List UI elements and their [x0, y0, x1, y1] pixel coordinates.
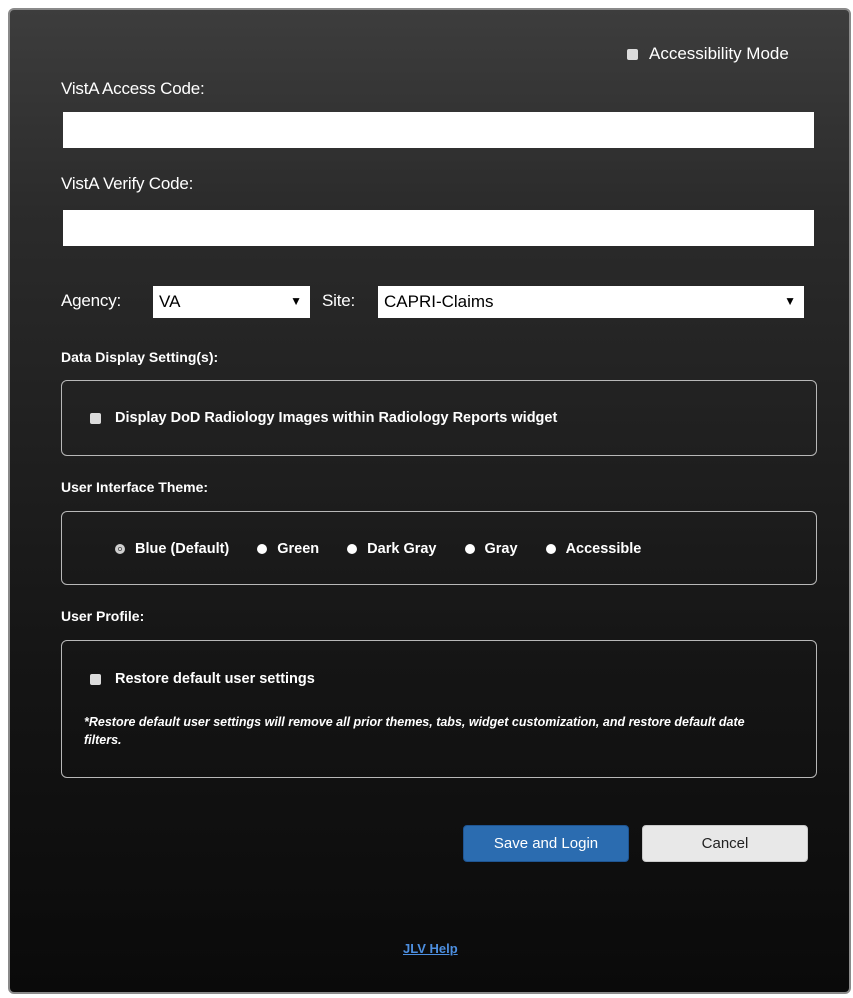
site-selected-value: CAPRI-Claims: [384, 292, 494, 311]
radio-icon[interactable]: [347, 544, 358, 554]
restore-defaults-option[interactable]: Restore default user settings: [90, 671, 315, 687]
login-dialog: Accessibility Mode VistA Access Code: Vi…: [8, 8, 851, 994]
verify-code-input[interactable]: [63, 210, 814, 246]
theme-option-dark-gray[interactable]: Dark Gray: [347, 541, 437, 557]
radio-selected-icon[interactable]: [115, 544, 125, 554]
cancel-button[interactable]: Cancel: [642, 825, 808, 862]
theme-option-label: Green: [277, 541, 320, 557]
theme-option-accessible[interactable]: Accessible: [545, 541, 642, 557]
user-profile-box: Restore default user settings *Restore d…: [61, 640, 817, 778]
theme-option-label: Gray: [484, 541, 518, 557]
accessibility-mode-toggle[interactable]: Accessibility Mode: [627, 44, 789, 64]
dod-radiology-checkbox[interactable]: [90, 412, 101, 424]
data-display-box: Display DoD Radiology Images within Radi…: [61, 380, 817, 456]
chevron-down-icon: ▼: [290, 294, 302, 308]
user-profile-heading: User Profile:: [61, 608, 145, 624]
dod-radiology-option[interactable]: Display DoD Radiology Images within Radi…: [90, 410, 557, 426]
chevron-down-icon: ▼: [784, 294, 796, 308]
theme-option-green[interactable]: Green: [257, 541, 319, 557]
accessibility-mode-label: Accessibility Mode: [649, 44, 789, 63]
theme-heading: User Interface Theme:: [61, 479, 209, 495]
theme-option-blue[interactable]: Blue (Default): [115, 541, 229, 557]
verify-code-label: VistA Verify Code:: [61, 174, 194, 193]
jlv-help-link[interactable]: JLV Help: [403, 941, 458, 956]
theme-options: Blue (Default) Green Dark Gray Gray Acce…: [115, 541, 641, 557]
theme-option-gray[interactable]: Gray: [464, 541, 518, 557]
accessibility-mode-checkbox[interactable]: [627, 48, 638, 60]
access-code-input[interactable]: [63, 112, 814, 148]
radio-icon[interactable]: [464, 544, 475, 554]
agency-selected-value: VA: [159, 292, 181, 311]
theme-option-label: Blue (Default): [135, 541, 230, 557]
agency-select[interactable]: VA ▼: [153, 286, 310, 318]
access-code-label: VistA Access Code:: [61, 79, 205, 98]
radio-icon[interactable]: [257, 544, 268, 554]
restore-defaults-note: *Restore default user settings will remo…: [84, 715, 745, 747]
theme-option-label: Dark Gray: [367, 541, 437, 557]
save-and-login-button[interactable]: Save and Login: [463, 825, 629, 862]
theme-option-label: Accessible: [565, 541, 642, 557]
restore-defaults-checkbox[interactable]: [90, 673, 101, 685]
dod-radiology-label: Display DoD Radiology Images within Radi…: [115, 410, 558, 426]
data-display-heading: Data Display Setting(s):: [61, 349, 219, 365]
radio-icon[interactable]: [545, 544, 556, 554]
site-label: Site:: [322, 291, 356, 310]
restore-defaults-label: Restore default user settings: [115, 671, 315, 687]
site-select[interactable]: CAPRI-Claims ▼: [378, 286, 804, 318]
agency-label: Agency:: [61, 291, 122, 310]
